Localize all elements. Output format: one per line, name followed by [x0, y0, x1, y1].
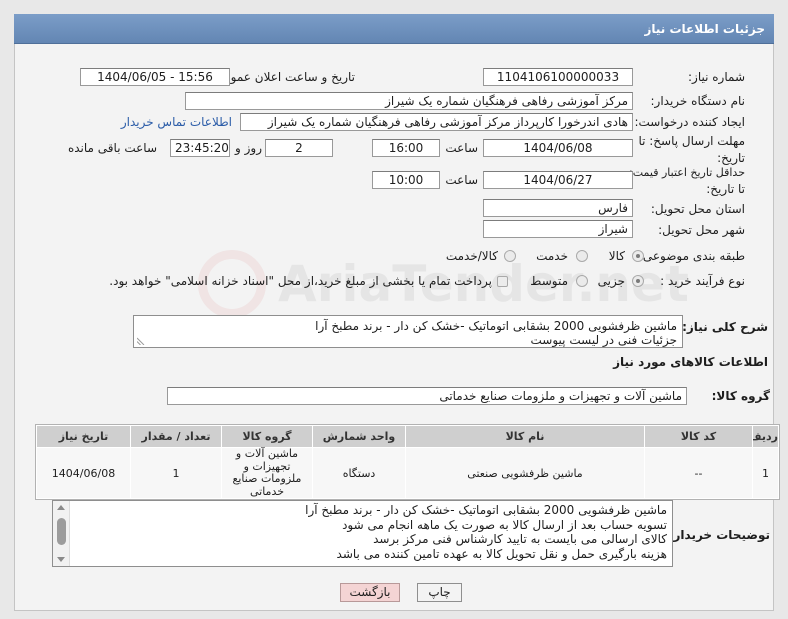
remaining-time-field[interactable]: 23:45:20 [170, 139, 230, 157]
reply-deadline-label-date: تاریخ: [717, 151, 745, 165]
back-button[interactable]: بازگشت [340, 583, 400, 602]
treasury-checkbox[interactable] [497, 276, 508, 287]
price-validity-label: حداقل تاریخ اعتبار قیمت: [629, 166, 745, 179]
cell-item-group: ماشین آلات و تجهیزات و ملزومات صنایع خدم… [222, 447, 312, 498]
cell-unit: دستگاه [313, 448, 405, 498]
reply-deadline-time-field[interactable]: 16:00 [372, 139, 440, 157]
cell-quantity: 1 [131, 448, 221, 498]
goods-table: ردیف کد کالا نام کالا واحد شمارش گروه کا… [35, 424, 780, 500]
category-label: طبقه بندی موضوعی: [638, 249, 745, 263]
buyer-notes-label: توضیحات خریدار: [668, 528, 770, 542]
cell-item-code: -- [645, 448, 752, 498]
resize-grip-icon[interactable] [137, 336, 146, 345]
price-validity-time-label: ساعت [445, 173, 478, 187]
process-radio-medium-label: متوسط [530, 274, 568, 288]
scroll-up-arrow-icon[interactable] [57, 505, 65, 510]
requester-label: ایجاد کننده درخواست: [634, 115, 745, 129]
cell-item-group-text: ماشین آلات و تجهیزات و ملزومات صنایع خدم… [232, 447, 302, 498]
category-radio-goods[interactable] [632, 250, 644, 262]
description-textarea[interactable]: ماشین ظرفشویی 2000 بشقابی اتوماتیک -خشک … [133, 315, 683, 348]
need-number-field[interactable]: 1104106100000033 [483, 68, 633, 86]
buyer-contact-link[interactable]: اطلاعات تماس خریدار [121, 114, 232, 130]
price-validity-time-field[interactable]: 10:00 [372, 171, 440, 189]
announce-datetime-label: تاریخ و ساعت اعلان عمومی: [210, 70, 355, 84]
goods-group-label: گروه کالا: [711, 389, 770, 403]
column-header-unit: واحد شمارش [313, 426, 405, 447]
reply-deadline-time-label: ساعت [445, 141, 478, 155]
goods-heading: اطلاعات کالاهای مورد نیاز [613, 355, 768, 369]
remaining-time-label: ساعت باقی مانده [67, 141, 157, 155]
buyer-org-field[interactable]: مرکز آموزشی رفاهی فرهنگیان شماره یک شیرا… [185, 92, 633, 110]
scroll-down-arrow-icon[interactable] [57, 557, 65, 562]
buyer-notes-line: تسویه حساب بعد از ارسال کالا به صورت یک … [342, 517, 667, 532]
requester-field[interactable]: هادی اندرخورا کارپرداز مرکز آموزشی رفاهی… [240, 113, 633, 131]
table-row: 1 -- ماشین ظرفشویی صنعتی دستگاه ماشین آل… [37, 447, 778, 498]
page: جزئیات اطلاعات نیاز AriaTender.net شماره… [0, 0, 788, 619]
buyer-notes-line: هزینه بارگیری حمل و نقل تحویل کالا به عه… [336, 546, 667, 561]
province-field[interactable]: فارس [483, 199, 633, 217]
column-header-item-code: کد کالا [645, 426, 752, 447]
table-header-row: ردیف کد کالا نام کالا واحد شمارش گروه کا… [37, 426, 778, 447]
buyer-notes-line: ماشین ظرفشویی 2000 بشقابی اتوماتیک -خشک … [305, 503, 667, 517]
description-line: جزئیات فنی در لیست پیوست [530, 333, 677, 347]
description-label: شرح کلی نیاز: [682, 320, 768, 334]
category-radio-goods-service-label: کالا/خدمت [445, 249, 498, 263]
column-header-item-name: نام کالا [406, 426, 644, 447]
price-validity-label-date: تا تاریخ: [706, 182, 745, 196]
city-field[interactable]: شیراز [483, 220, 633, 238]
buyer-org-label: نام دستگاه خریدار: [650, 94, 746, 108]
process-radio-medium[interactable] [576, 275, 588, 287]
buyer-notes-scrollbar[interactable] [53, 501, 70, 566]
remaining-days-field[interactable]: 2 [265, 139, 333, 157]
reply-deadline-date-field[interactable]: 1404/06/08 [483, 139, 633, 157]
price-validity-date-field[interactable]: 1404/06/27 [483, 171, 633, 189]
province-label: استان محل تحویل: [650, 202, 745, 216]
column-header-item-group: گروه کالا [222, 426, 312, 447]
city-label: شهر محل تحویل: [658, 223, 745, 237]
scrollbar-thumb[interactable] [57, 518, 66, 545]
category-radio-service-label: خدمت [536, 249, 568, 263]
reply-deadline-label: مهلت ارسال پاسخ: تا [638, 134, 745, 148]
column-header-quantity: تعداد / مقدار [131, 426, 221, 447]
category-radio-goods-service[interactable] [504, 250, 516, 262]
process-radio-minor[interactable] [632, 275, 644, 287]
goods-group-field[interactable]: ماشین آلات و تجهیزات و ملزومات صنایع خدم… [167, 387, 687, 405]
description-line: ماشین ظرفشویی 2000 بشقابی اتوماتیک -خشک … [315, 319, 677, 333]
column-header-row-number: ردیف [753, 426, 778, 447]
category-radio-service[interactable] [576, 250, 588, 262]
need-number-label: شماره نیاز: [688, 70, 745, 84]
process-type-label: نوع فرآیند خرید : [660, 274, 745, 288]
print-button[interactable]: چاپ [417, 583, 462, 602]
category-radio-goods-label: کالا [608, 249, 625, 263]
cell-row-number: 1 [753, 448, 778, 498]
cell-item-name: ماشین ظرفشویی صنعتی [406, 448, 644, 498]
buyer-notes-textarea[interactable]: ماشین ظرفشویی 2000 بشقابی اتوماتیک -خشک … [52, 500, 673, 567]
page-title: جزئیات اطلاعات نیاز [644, 22, 765, 36]
treasury-checkbox-label: پرداخت تمام یا بخشی از مبلغ خرید،از محل … [109, 274, 492, 288]
buyer-notes-line: کالای ارسالی می بایست به تایید کارشناس ف… [373, 532, 667, 546]
column-header-need-date: تاریخ نیاز [37, 426, 130, 447]
remaining-days-label: روز و [235, 141, 262, 155]
process-radio-minor-label: جزیی [597, 274, 625, 288]
cell-need-date: 1404/06/08 [37, 448, 130, 498]
announce-datetime-field[interactable]: 1404/06/05 - 15:56 [80, 68, 230, 86]
